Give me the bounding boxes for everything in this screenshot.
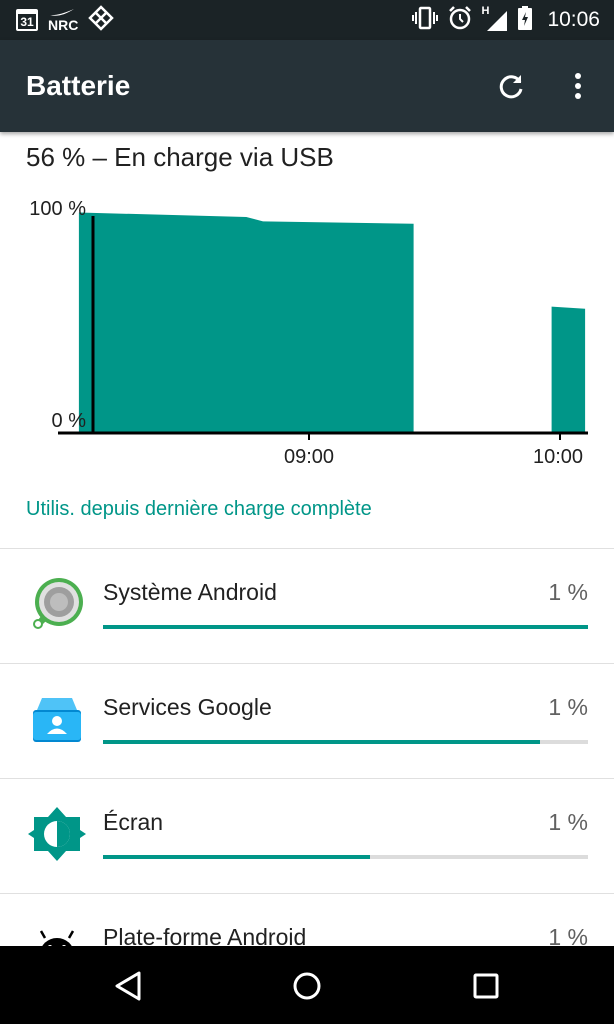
- vibrate-icon: [411, 6, 439, 35]
- app-bar: Batterie: [0, 40, 614, 132]
- nrc-label: NRC: [48, 17, 79, 33]
- usage-item-google-services[interactable]: Services Google 1 %: [0, 664, 614, 778]
- overflow-menu-button[interactable]: [556, 64, 600, 108]
- status-bar: 31 NRC H 10:06: [0, 0, 614, 40]
- calendar-icon: 31: [16, 9, 38, 31]
- nrc-nike-icon: NRC: [48, 8, 78, 32]
- signal-icon: H: [481, 5, 509, 33]
- page-title: Batterie: [26, 70, 131, 101]
- y-tick-label-max: 100 %: [29, 198, 86, 220]
- x-tick-label-1000: 10:00: [533, 446, 583, 468]
- usage-bar: [103, 740, 588, 744]
- app-name: Services Google: [103, 694, 272, 720]
- usage-bar-fill: [103, 625, 588, 629]
- home-icon: [293, 972, 321, 1000]
- recents-icon: [473, 973, 499, 999]
- usage-bar: [103, 855, 588, 859]
- usage-item-screen[interactable]: Écran 1 %: [0, 779, 614, 893]
- app-percent: 1 %: [548, 579, 588, 605]
- battery-status: 56 % – En charge via USB: [26, 142, 334, 172]
- navigation-bar: [0, 946, 614, 1024]
- battery-level-area-2: [551, 306, 586, 432]
- home-button[interactable]: [285, 964, 329, 1008]
- recents-button[interactable]: [464, 964, 508, 1008]
- clock: 10:06: [547, 8, 600, 31]
- usage-item-android-system[interactable]: Système Android 1 %: [0, 549, 614, 663]
- app-percent: 1 %: [548, 694, 588, 720]
- app-name: Système Android: [103, 579, 277, 605]
- refresh-icon: [499, 75, 523, 99]
- refresh-button[interactable]: [490, 64, 534, 108]
- back-icon: [115, 971, 141, 1001]
- y-tick-label-min: 0 %: [52, 410, 87, 432]
- usage-bar-fill: [103, 740, 540, 744]
- overflow-menu-icon: [575, 73, 581, 99]
- app-percent: 1 %: [548, 809, 588, 835]
- usage-bar: [103, 625, 588, 629]
- usage-since-full-charge-link[interactable]: Utilis. depuis dernière charge complète: [26, 498, 372, 521]
- screen-brightness-icon: [28, 805, 86, 863]
- alarm-icon: [447, 5, 473, 36]
- battery-charging-icon: [517, 5, 533, 36]
- app-name: Écran: [103, 809, 164, 835]
- battery-level-area-1: [78, 212, 414, 432]
- cross-app-icon: [88, 4, 115, 36]
- back-button[interactable]: [106, 964, 150, 1008]
- usage-bar-fill: [103, 855, 370, 859]
- x-tick-label-0900: 09:00: [284, 446, 334, 468]
- google-services-icon: [28, 690, 86, 748]
- battery-history-chart[interactable]: 100 % 0 % 09:00 10:00: [0, 186, 614, 476]
- android-system-icon: [28, 575, 86, 633]
